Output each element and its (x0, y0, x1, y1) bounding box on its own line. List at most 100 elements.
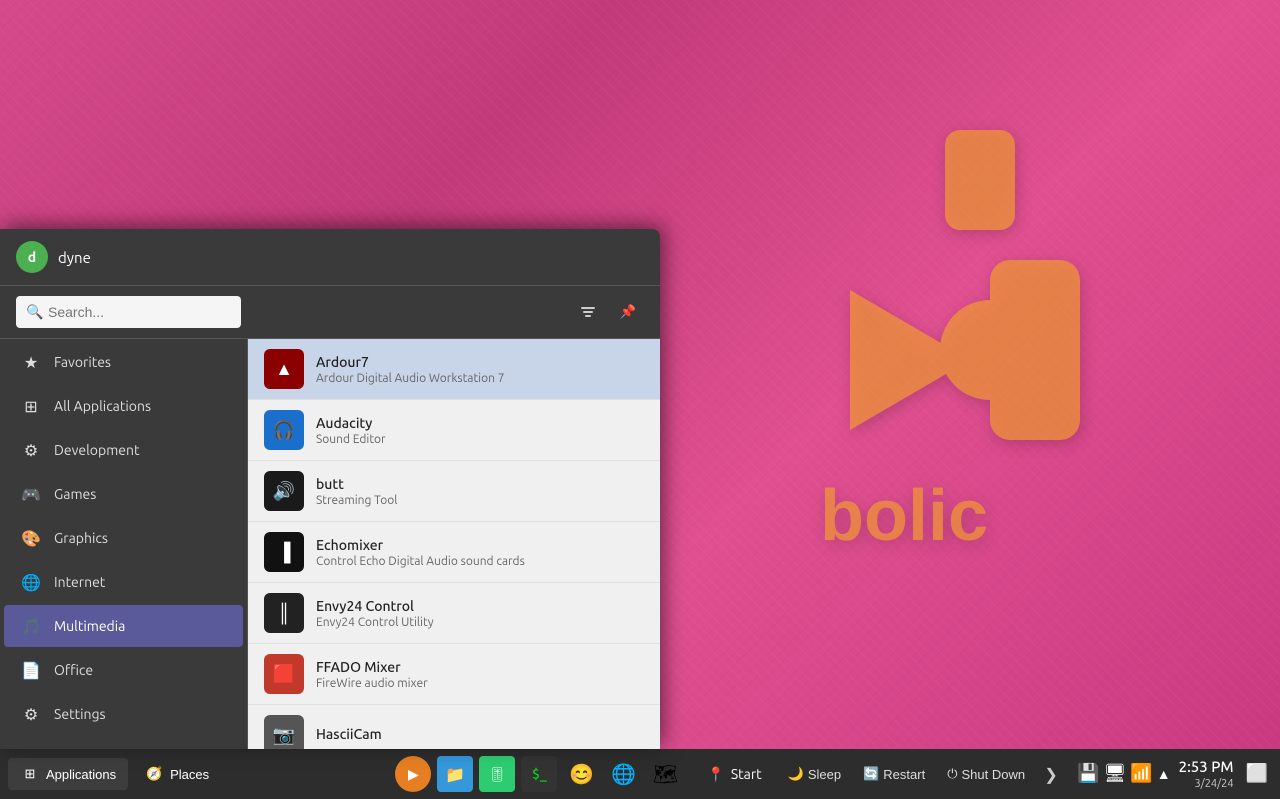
network-icon: 📶 (1130, 763, 1152, 784)
user-name: dyne (58, 249, 91, 266)
app-desc-echomixer: Control Echo Digital Audio sound cards (316, 555, 644, 568)
sidebar-item-graphics[interactable]: 🎨 Graphics (4, 517, 243, 559)
app-name-audacity: Audacity (316, 415, 644, 431)
app-info-audacity: Audacity Sound Editor (316, 415, 644, 446)
applications-button[interactable]: ⊞ Applications (8, 758, 128, 790)
screen-icon: 🖥 (1104, 763, 1127, 784)
app-icon-echomixer: ▐ (264, 532, 304, 572)
sidebar-icon-graphics: 🎨 (20, 527, 42, 549)
sidebar-label-development: Development (54, 442, 140, 458)
sidebar-item-office[interactable]: 📄 Office (4, 649, 243, 691)
sidebar-icon-all-applications: ⊞ (20, 395, 42, 417)
app-info-butt: butt Streaming Tool (316, 476, 644, 507)
app-info-ffado: FFADO Mixer FireWire audio mixer (316, 659, 644, 690)
sidebar-label-office: Office (54, 662, 93, 678)
app-desc-envy24: Envy24 Control Utility (316, 616, 644, 629)
user-bar: d dyne (0, 229, 660, 286)
clock-time: 2:53 PM (1179, 757, 1234, 777)
search-input[interactable] (16, 296, 241, 328)
app-item-envy24[interactable]: ║ Envy24 Control Envy24 Control Utility (248, 583, 660, 644)
compass-icon: 🧭 (144, 764, 164, 784)
clock-date: 3/24/24 (1179, 777, 1234, 791)
sidebar-item-all-applications[interactable]: ⊞ All Applications (4, 385, 243, 427)
power-icon: ⏻ (947, 766, 957, 782)
mixer-btn[interactable]: 🎚 (479, 756, 515, 792)
app-icon-envy24: ║ (264, 593, 304, 633)
sidebar-item-favorites[interactable]: ★ Favorites (4, 341, 243, 383)
pin-button[interactable]: 📌 (612, 296, 644, 328)
app-item-ffado[interactable]: 🟥 FFADO Mixer FireWire audio mixer (248, 644, 660, 705)
app-icon-butt: 🔊 (264, 471, 304, 511)
app-menu: d dyne 🔍 📌 ★ Favorites ⊞ All Application… (0, 229, 660, 749)
sidebar-icon-internet: 🌐 (20, 571, 42, 593)
app-item-echomixer[interactable]: ▐ Echomixer Control Echo Digital Audio s… (248, 522, 660, 583)
sidebar-icon-multimedia: 🎵 (20, 615, 42, 637)
sidebar-item-system[interactable]: 💻 System (4, 737, 243, 749)
sidebar-label-multimedia: Multimedia (54, 618, 125, 634)
app-desc-ffado: FireWire audio mixer (316, 677, 644, 690)
sleep-button[interactable]: 🌙 Sleep (778, 760, 851, 788)
globe-btn[interactable]: 🗺 (647, 756, 683, 792)
sidebar-label-graphics: Graphics (54, 530, 108, 546)
user-avatar: d (16, 241, 48, 273)
places-button[interactable]: 🧭 Places (132, 758, 221, 790)
app-item-audacity[interactable]: 🎧 Audacity Sound Editor (248, 400, 660, 461)
taskbar: ⊞ Applications 🧭 Places ▶ 📁 🎚 $_ 😊 🌐 🗺 (0, 749, 1280, 799)
restart-button[interactable]: 🔄 Restart (853, 760, 935, 788)
expand-button[interactable]: ❯ (1037, 760, 1065, 788)
sidebar-item-internet[interactable]: 🌐 Internet (4, 561, 243, 603)
sidebar-item-multimedia[interactable]: 🎵 Multimedia (4, 605, 243, 647)
search-wrapper: 🔍 (16, 296, 564, 328)
restart-icon: 🔄 (863, 766, 879, 782)
app-item-hasciicam[interactable]: 📷 HasciiCam (248, 705, 660, 749)
sidebar-item-settings[interactable]: ⚙ Settings (4, 693, 243, 735)
power-section: 🌙 Sleep 🔄 Restart ⏻ Shut Down ❯ (778, 760, 1065, 788)
location-icon: 📍 (707, 766, 724, 783)
emoji-btn[interactable]: 😊 (563, 756, 599, 792)
app-info-envy24: Envy24 Control Envy24 Control Utility (316, 598, 644, 629)
sleep-icon: 🌙 (788, 766, 804, 782)
app-name-echomixer: Echomixer (316, 537, 644, 553)
sidebar-icon-favorites: ★ (20, 351, 42, 373)
app-item-butt[interactable]: 🔊 butt Streaming Tool (248, 461, 660, 522)
sidebar-icon-settings: ⚙ (20, 703, 42, 725)
app-desc-audacity: Sound Editor (316, 433, 644, 446)
sidebar-label-favorites: Favorites (54, 354, 111, 370)
file-manager-btn[interactable]: 📁 (437, 756, 473, 792)
app-item-ardour7[interactable]: ▲ Ardour7 Ardour Digital Audio Workstati… (248, 339, 660, 400)
app-desc-butt: Streaming Tool (316, 494, 644, 507)
app-icon-ffado: 🟥 (264, 654, 304, 694)
app-name-ffado: FFADO Mixer (316, 659, 644, 675)
system-tray: 💾 🖥 📶 ▲ (1077, 763, 1171, 784)
clock[interactable]: 2:53 PM 3/24/24 (1179, 757, 1234, 791)
window-btn[interactable]: ⬜ (1246, 763, 1268, 784)
app-name-ardour7: Ardour7 (316, 354, 644, 370)
sidebar-icon-system: 💻 (20, 747, 42, 749)
app-name-butt: butt (316, 476, 644, 492)
hdd-icon: 💾 (1077, 763, 1099, 784)
app-desc-ardour7: Ardour Digital Audio Workstation 7 (316, 372, 644, 385)
app-name-hasciicam: HasciiCam (316, 726, 644, 742)
search-icon: 🔍 (26, 304, 43, 321)
taskbar-center[interactable]: 📍 Start (691, 760, 777, 789)
filter-button[interactable] (572, 296, 604, 328)
app-name-envy24: Envy24 Control (316, 598, 644, 614)
sidebar-icon-office: 📄 (20, 659, 42, 681)
apps-list: ▲ Ardour7 Ardour Digital Audio Workstati… (248, 339, 660, 749)
taskbar-right: 💾 🖥 📶 ▲ 2:53 PM 3/24/24 ⬜ (1065, 757, 1280, 791)
sidebar-item-development[interactable]: ⚙ Development (4, 429, 243, 471)
search-bar: 🔍 📌 (0, 286, 660, 339)
app-icon-audacity: 🎧 (264, 410, 304, 450)
sidebar-label-internet: Internet (54, 574, 105, 590)
browser-btn[interactable]: 🌐 (605, 756, 641, 792)
sidebar-icon-development: ⚙ (20, 439, 42, 461)
grid-icon: ⊞ (20, 764, 40, 784)
shutdown-button[interactable]: ⏻ Shut Down (937, 760, 1035, 788)
sidebar-item-games[interactable]: 🎮 Games (4, 473, 243, 515)
sidebar: ★ Favorites ⊞ All Applications ⚙ Develop… (0, 339, 248, 749)
sidebar-label-games: Games (54, 486, 96, 502)
app-icon-hasciicam: 📷 (264, 715, 304, 749)
play-icon-btn[interactable]: ▶ (395, 756, 431, 792)
terminal-btn[interactable]: $_ (521, 756, 557, 792)
chevron-up-icon[interactable]: ▲ (1157, 766, 1171, 782)
